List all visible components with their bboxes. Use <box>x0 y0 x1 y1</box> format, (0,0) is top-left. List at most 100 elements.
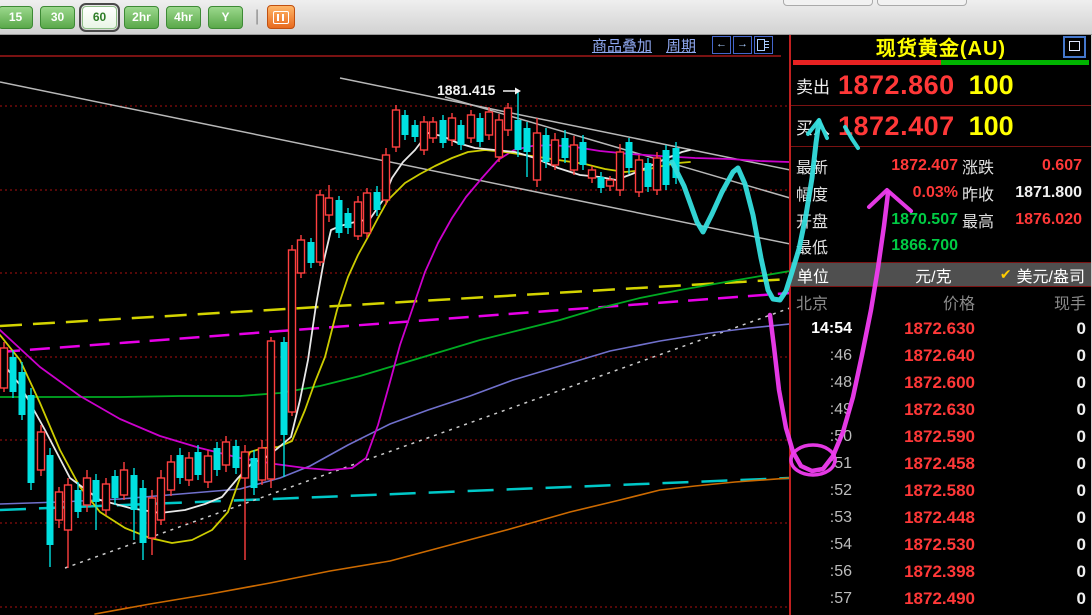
tick-volume: 0 <box>1076 426 1086 446</box>
stat-value: 1876.020 <box>1015 210 1082 228</box>
unit-label: 单位 <box>797 268 830 286</box>
table-row: :46 1872.640 0 <box>791 342 1091 369</box>
candlestick-chart-icon[interactable] <box>267 5 296 29</box>
unit-usd-toggle[interactable]: 美元/盎司 <box>1017 263 1085 287</box>
panel-title-row: 现货黄金(AU) <box>791 34 1091 60</box>
period-button-2hr[interactable]: 2hr <box>124 5 159 29</box>
stat-value: 1871.800 <box>1015 183 1082 201</box>
stat-label: 开盘 <box>796 213 829 231</box>
period-button-4hr[interactable]: 4hr <box>166 5 201 29</box>
tick-price: 1872.458 <box>904 453 975 473</box>
period-link[interactable]: 周期 <box>666 35 696 56</box>
partial-button-left[interactable] <box>783 0 873 6</box>
tick-volume: 0 <box>1076 588 1086 608</box>
col-volume: 现手 <box>1053 296 1086 313</box>
tick-price: 1872.590 <box>904 426 975 446</box>
candlestick-chart[interactable]: 1881.415 <box>0 0 789 615</box>
sell-qty: 100 <box>968 69 1014 100</box>
tick-price: 1872.600 <box>904 372 975 392</box>
period-button-15[interactable]: 15 <box>0 5 33 29</box>
sell-price: 1872.860 <box>838 69 955 100</box>
sell-quote-row[interactable]: 卖出 1872.860 100 <box>791 65 1091 106</box>
stat-value: 1872.407 <box>891 156 958 174</box>
quote-panel: 现货黄金(AU) 卖出 1872.860 100 买入 1872.407 100… <box>789 34 1092 615</box>
toolbar-divider: | <box>255 8 260 25</box>
table-row: :51 1872.458 0 <box>791 450 1091 477</box>
tick-volume: 0 <box>1076 453 1086 473</box>
period-button-Y[interactable]: Y <box>208 5 243 29</box>
arrow-right-icon[interactable]: → <box>733 36 752 54</box>
tick-table: 14:54 1872.630 0:46 1872.640 0:48 1872.600 0:4… <box>791 315 1091 612</box>
stat-value: 0.607 <box>1041 156 1082 174</box>
table-row: :53 1872.448 0 <box>791 504 1091 531</box>
tick-time: :52 <box>829 481 852 499</box>
partial-button-right[interactable] <box>877 0 967 6</box>
overlay-link[interactable]: 商品叠加 <box>592 35 652 56</box>
stat-label: 幅度 <box>796 186 829 204</box>
buy-label: 买入 <box>796 118 830 138</box>
tick-volume: 0 <box>1076 372 1086 392</box>
stat-value: 0.03% <box>912 183 958 201</box>
split-view-icon[interactable] <box>754 36 773 54</box>
tick-time: :53 <box>829 508 852 526</box>
tick-time: :46 <box>829 346 852 364</box>
unit-cny: 元/克 <box>915 268 952 286</box>
tick-volume: 0 <box>1076 345 1086 365</box>
period-button-60[interactable]: 60 <box>79 2 120 32</box>
col-price: 价格 <box>942 296 975 313</box>
table-row: :54 1872.530 0 <box>791 531 1091 558</box>
tick-table-header: 北京 价格 现手 <box>791 287 1091 315</box>
table-row: :56 1872.398 0 <box>791 558 1091 585</box>
tick-price: 1872.490 <box>904 588 975 608</box>
tick-volume: 0 <box>1076 534 1086 554</box>
stat-label: 最高 <box>962 213 995 231</box>
period-button-30[interactable]: 30 <box>40 5 75 29</box>
tick-time: :56 <box>829 562 852 580</box>
stat-value: 1870.507 <box>891 210 958 228</box>
instrument-title: 现货黄金(AU) <box>875 38 1007 60</box>
table-row: 14:54 1872.630 0 <box>791 315 1091 342</box>
tick-time: :57 <box>829 589 852 607</box>
table-row: :48 1872.600 0 <box>791 369 1091 396</box>
buy-qty: 100 <box>968 110 1014 141</box>
stats-grid: 最新 1872.407 涨跌 0.607 幅度 0.03% 昨收 1871.800 开盘 1870… <box>791 147 1091 263</box>
table-row: :50 1872.590 0 <box>791 423 1091 450</box>
stat-label: 最低 <box>796 239 829 257</box>
stats-row: 开盘 1870.507 最高 1876.020 <box>796 206 1086 233</box>
chart-header: 商品叠加 周期 ← → <box>0 35 781 57</box>
stats-row: 最低 1866.700 <box>796 233 1086 260</box>
stats-row: 幅度 0.03% 昨收 1871.800 <box>796 179 1086 206</box>
tick-price: 1872.630 <box>904 399 975 419</box>
tick-price: 1872.398 <box>904 561 975 581</box>
tick-price: 1872.530 <box>904 534 975 554</box>
tick-time: :54 <box>829 535 852 553</box>
check-icon: ✔ <box>999 266 1012 282</box>
toolbar: 15 30 60 2hr 4hr Y | <box>0 0 1092 35</box>
peak-annotation: 1881.415 <box>437 82 496 98</box>
tick-time: :51 <box>829 454 852 472</box>
stat-value: 1866.700 <box>891 236 958 254</box>
maximize-icon[interactable] <box>1063 36 1086 58</box>
stat-label: 涨跌 <box>962 159 995 177</box>
tick-time: 14:54 <box>811 319 852 337</box>
stat-label: 最新 <box>796 159 829 177</box>
buy-price: 1872.407 <box>838 110 955 141</box>
tick-volume: 0 <box>1076 399 1086 419</box>
trading-app-window: 15 30 60 2hr 4hr Y | 1881.415 商品叠加 周期 ← → 现货黄… <box>0 0 1092 615</box>
tick-volume: 0 <box>1076 507 1086 527</box>
tick-time: :48 <box>829 373 852 391</box>
buy-quote-row[interactable]: 买入 1872.407 100 <box>791 106 1091 147</box>
table-row: :49 1872.630 0 <box>791 396 1091 423</box>
tick-price: 1872.640 <box>904 345 975 365</box>
tick-volume: 0 <box>1076 561 1086 581</box>
unit-row: 单位 元/克 ✔ 美元/盎司 <box>791 263 1091 287</box>
stats-row: 最新 1872.407 涨跌 0.607 <box>796 152 1086 179</box>
tick-volume: 0 <box>1076 480 1086 500</box>
arrow-left-icon[interactable]: ← <box>712 36 731 54</box>
stat-label: 昨收 <box>962 186 995 204</box>
period-button-group: 15 30 60 2hr 4hr Y <box>0 2 243 32</box>
col-time: 北京 <box>796 296 829 313</box>
tick-price: 1872.448 <box>904 507 975 527</box>
tick-time: :50 <box>829 427 852 445</box>
tick-volume: 0 <box>1076 318 1086 338</box>
